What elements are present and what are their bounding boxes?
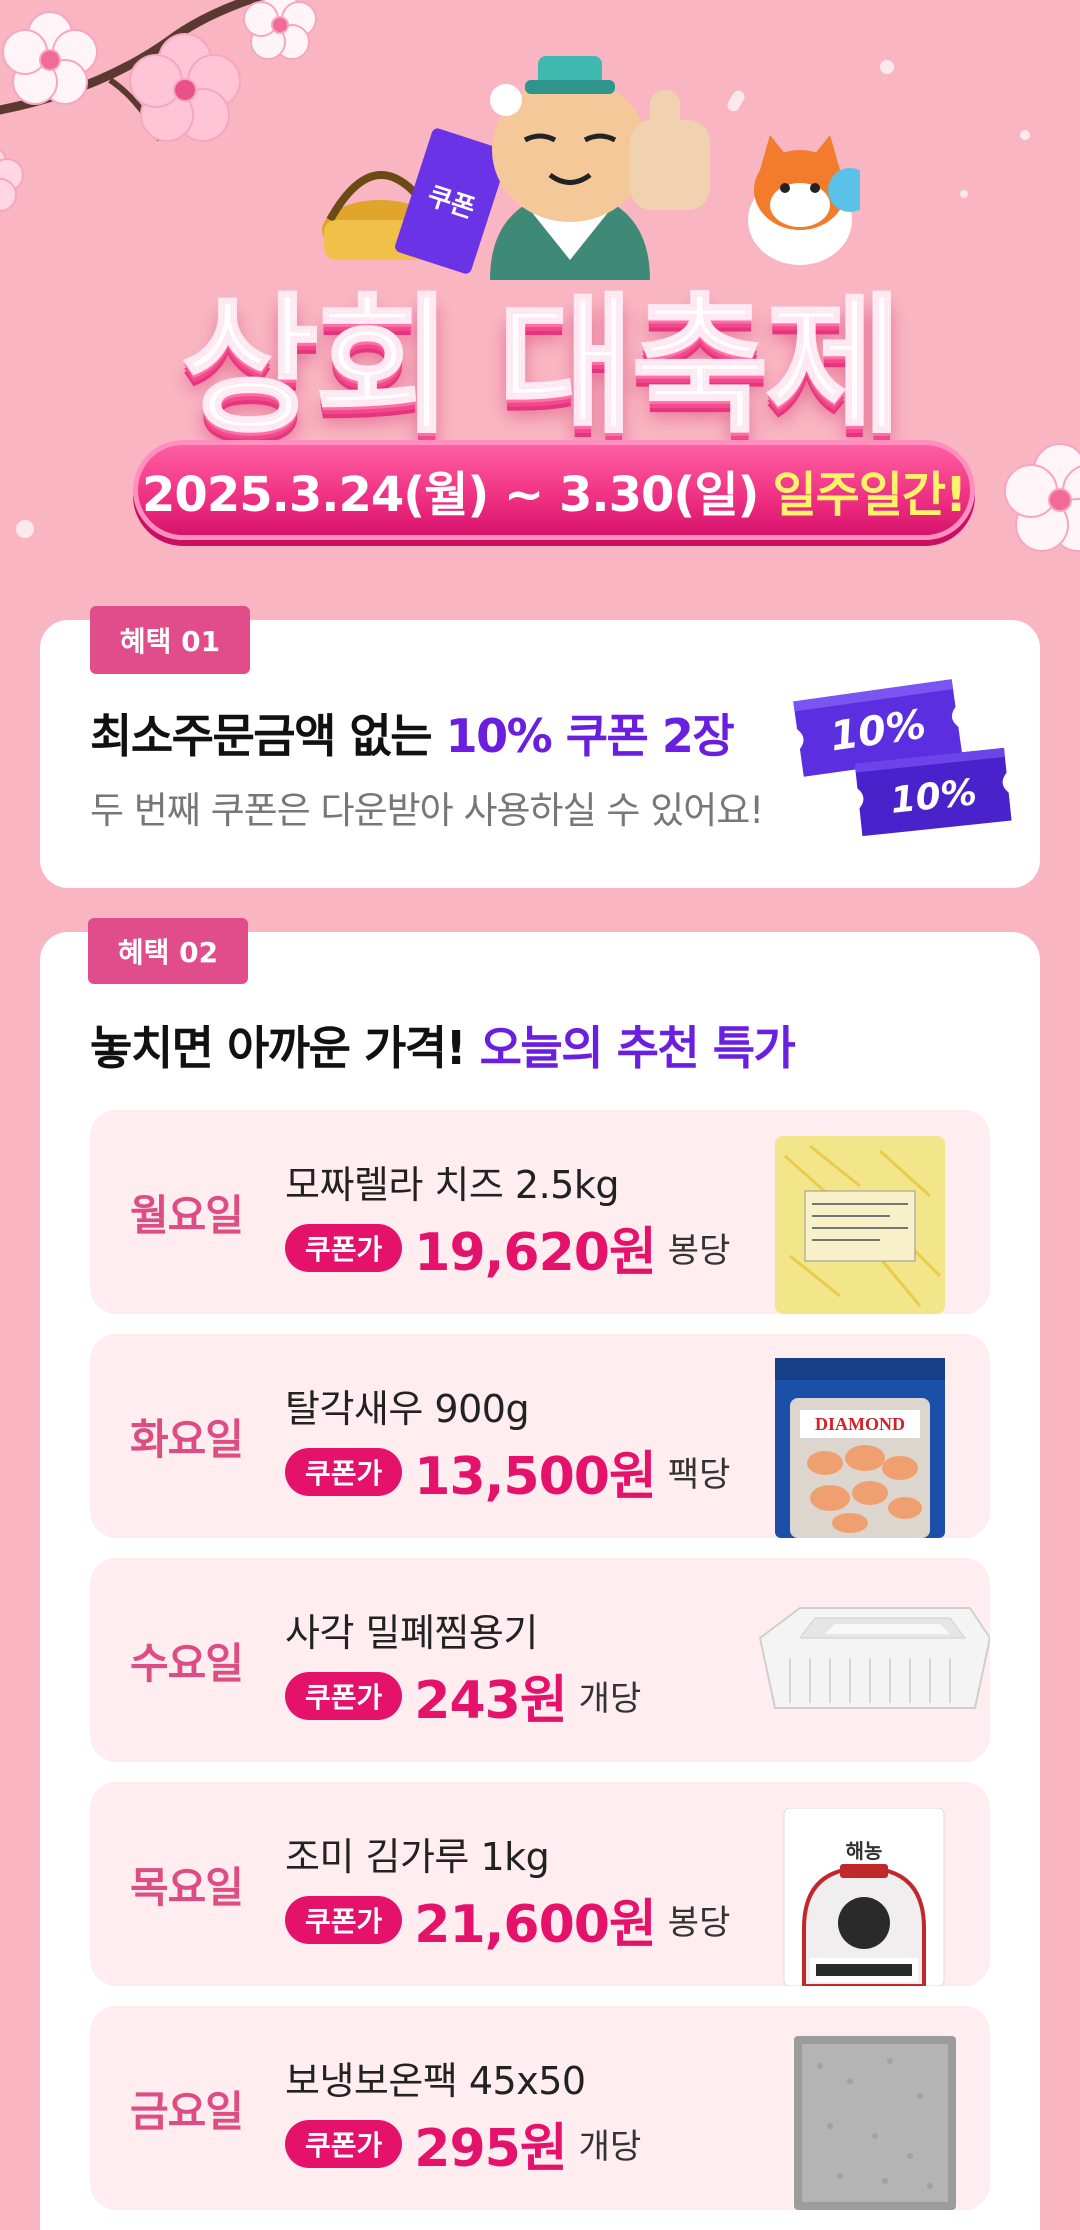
- cheese-bag-image: [775, 1136, 945, 1314]
- deal-price: 21,600원: [414, 1895, 657, 1955]
- deal-unit: 봉당: [667, 1231, 731, 1271]
- hero-banner: 쿠폰 상회 대축제 2025.3.24(월) ~ 3.30(일) 일주일간!: [0, 0, 1080, 580]
- deal-day: 화요일: [130, 1414, 244, 1464]
- deal-price-row: 쿠폰가 243원 개당: [285, 1658, 641, 1733]
- coupon-price-tag: 쿠폰가: [285, 2119, 403, 2168]
- event-date-pill: 2025.3.24(월) ~ 3.30(일) 일주일간!: [133, 440, 975, 540]
- deal-unit: 팩당: [667, 1455, 731, 1495]
- container-image: [758, 1607, 990, 1709]
- deal-unit: 봉당: [667, 1903, 731, 1943]
- coupon-price-tag: 쿠폰가: [285, 1671, 403, 1720]
- deal-product-name: 사각 밀폐찜용기: [285, 1611, 538, 1655]
- deal-day: 수요일: [130, 1638, 244, 1688]
- deal-product-name: 조미 김가루 1kg: [285, 1835, 550, 1879]
- deal-product-name: 탈각새우 900g: [285, 1387, 530, 1431]
- deal-price-row: 쿠폰가 19,620원 봉당: [285, 1210, 730, 1285]
- deal-price-row: 쿠폰가 21,600원 봉당: [285, 1882, 730, 1957]
- deal-item-friday[interactable]: 금요일 보냉보온팩 45x50 쿠폰가 295원 개당: [90, 2006, 990, 2210]
- benefit-badge: 혜택 02: [88, 918, 248, 984]
- event-duration-highlight: 일주일간!: [772, 467, 967, 523]
- shrimp-brand-label: DIAMOND: [815, 1414, 905, 1434]
- seaweed-brand-label: 해농: [846, 1839, 883, 1863]
- deal-unit: 개당: [578, 1679, 642, 1719]
- cherry-blossom-decoration: [0, 0, 317, 212]
- benefit-badge: 혜택 01: [90, 606, 250, 674]
- deal-item-thursday[interactable]: 목요일 조미 김가루 1kg 쿠폰가 21,600원 봉당 해농: [90, 1782, 990, 1986]
- deal-unit: 개당: [578, 2127, 642, 2167]
- event-date: 2025.3.24(월) ~ 3.30(일): [142, 467, 759, 523]
- deal-product-name: 모짜렐라 치즈 2.5kg: [285, 1163, 619, 1207]
- deal-item-tuesday[interactable]: 화요일 탈각새우 900g 쿠폰가 13,500원 팩당 DIAMOND: [90, 1334, 990, 1538]
- insulated-pack-image: [794, 2036, 956, 2210]
- deal-price: 19,620원: [414, 1223, 657, 1283]
- benefit-title-accent: 오늘의 추천 특가: [479, 1021, 796, 1075]
- deal-day: 월요일: [130, 1190, 244, 1240]
- deal-price-row: 쿠폰가 295원 개당: [285, 2106, 641, 2181]
- benefit-title: 최소주문금액 없는 10% 쿠폰 2장: [90, 700, 735, 766]
- shrimp-pack-image: DIAMOND: [775, 1358, 945, 1538]
- deal-price: 295원: [414, 2119, 567, 2179]
- deal-item-wednesday[interactable]: 수요일 사각 밀폐찜용기 쿠폰가 243원 개당: [90, 1558, 990, 1762]
- deal-price-row: 쿠폰가 13,500원 팩당: [285, 1434, 730, 1509]
- benefit-card-1[interactable]: 혜택 01 최소주문금액 없는 10% 쿠폰 2장 두 번째 쿠폰은 다운받아 …: [40, 606, 1040, 888]
- benefit-subtitle: 두 번째 쿠폰은 다운받아 사용하실 수 있어요!: [90, 789, 764, 832]
- benefit-title-prefix: 놓치면 아까운 가격!: [90, 1021, 480, 1075]
- deal-item-monday[interactable]: 월요일 모짜렐라 치즈 2.5kg 쿠폰가 19,620원 봉당: [90, 1110, 990, 1314]
- seaweed-bag-image: 해농: [783, 1808, 945, 1986]
- deal-day: 금요일: [130, 2086, 244, 2136]
- deal-day: 목요일: [130, 1862, 244, 1912]
- benefit-card-2: 혜택 02 놓치면 아까운 가격! 오늘의 추천 특가 월요일 모짜렐라 치즈 …: [40, 918, 1040, 2230]
- mascot-illustration: 쿠폰: [322, 56, 860, 280]
- benefit-title: 놓치면 아까운 가격! 오늘의 추천 특가: [90, 1012, 796, 1078]
- benefit-title-accent: 10% 쿠폰 2장: [445, 709, 735, 763]
- coupon-price-tag: 쿠폰가: [285, 1223, 403, 1272]
- benefit-title-prefix: 최소주문금액 없는: [90, 709, 446, 763]
- coupon-ticket-icon: 10% 10%: [793, 679, 1012, 837]
- deal-price: 13,500원: [414, 1447, 657, 1507]
- hero-title: 상회 대축제: [180, 279, 904, 455]
- deal-product-name: 보냉보온팩 45x50: [285, 2059, 586, 2103]
- deal-price: 243원: [414, 1671, 567, 1731]
- coupon-price-tag: 쿠폰가: [285, 1895, 403, 1944]
- coupon-price-tag: 쿠폰가: [285, 1447, 403, 1496]
